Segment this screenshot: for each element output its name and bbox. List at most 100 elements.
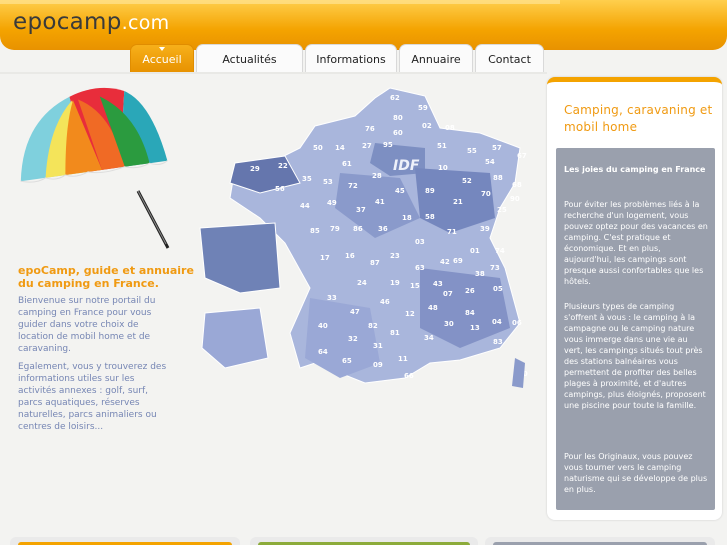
department-87[interactable]: 87 xyxy=(370,259,380,267)
intro-paragraph-2: Egalement, vous y trouverez des informat… xyxy=(18,362,167,432)
department-31[interactable]: 31 xyxy=(373,342,383,350)
tab-label: Actualités xyxy=(222,52,277,66)
department-85[interactable]: 85 xyxy=(310,227,320,235)
department-12[interactable]: 12 xyxy=(405,310,415,318)
department-95[interactable]: 95 xyxy=(383,141,393,149)
department-01[interactable]: 01 xyxy=(470,247,480,255)
department-79[interactable]: 79 xyxy=(330,225,340,233)
department-81[interactable]: 81 xyxy=(390,329,400,337)
department-15[interactable]: 15 xyxy=(410,282,420,290)
department-29[interactable]: 29 xyxy=(250,165,260,173)
department-18[interactable]: 18 xyxy=(402,214,412,222)
department-33[interactable]: 33 xyxy=(327,294,337,302)
department-40[interactable]: 40 xyxy=(318,322,328,330)
department-90[interactable]: 90 xyxy=(510,195,520,203)
department-43[interactable]: 43 xyxy=(433,280,443,288)
department-28[interactable]: 28 xyxy=(372,172,382,180)
department-55[interactable]: 55 xyxy=(467,147,477,155)
department-26[interactable]: 26 xyxy=(465,287,475,295)
department-35[interactable]: 35 xyxy=(302,175,312,183)
department-41[interactable]: 41 xyxy=(375,198,385,206)
department-32[interactable]: 32 xyxy=(348,335,358,343)
department-14[interactable]: 14 xyxy=(335,144,345,152)
department-86[interactable]: 86 xyxy=(353,225,363,233)
department-63[interactable]: 63 xyxy=(415,264,425,272)
department-39[interactable]: 39 xyxy=(480,225,490,233)
department-65[interactable]: 65 xyxy=(342,357,352,365)
department-17[interactable]: 17 xyxy=(320,254,330,262)
department-64[interactable]: 64 xyxy=(318,348,328,356)
department-62[interactable]: 62 xyxy=(390,94,400,102)
department-42[interactable]: 42 xyxy=(440,258,450,266)
department-76[interactable]: 76 xyxy=(365,125,375,133)
department-38[interactable]: 38 xyxy=(475,270,485,278)
department-84[interactable]: 84 xyxy=(465,309,475,317)
department-69[interactable]: 69 xyxy=(453,257,463,265)
department-10[interactable]: 10 xyxy=(438,164,448,172)
tab-contact[interactable]: Contact xyxy=(475,44,544,73)
department-27[interactable]: 27 xyxy=(362,142,372,150)
department-23[interactable]: 23 xyxy=(390,252,400,260)
tab-actualites[interactable]: Actualités xyxy=(196,44,303,73)
department-72[interactable]: 72 xyxy=(348,182,358,190)
department-68[interactable]: 68 xyxy=(512,181,522,189)
department-59[interactable]: 59 xyxy=(418,104,428,112)
department-60[interactable]: 60 xyxy=(393,129,403,137)
department-44[interactable]: 44 xyxy=(300,202,310,210)
department-11[interactable]: 11 xyxy=(398,355,408,363)
department-13[interactable]: 13 xyxy=(470,324,480,332)
department-09[interactable]: 09 xyxy=(373,361,383,369)
tab-accueil[interactable]: Accueil xyxy=(130,44,194,73)
department-54[interactable]: 54 xyxy=(485,158,495,166)
department-36[interactable]: 36 xyxy=(378,225,388,233)
site-logo[interactable]: epocamp.com xyxy=(13,9,170,35)
department-30[interactable]: 30 xyxy=(444,320,454,328)
department-82[interactable]: 82 xyxy=(368,322,378,330)
department-34[interactable]: 34 xyxy=(424,334,434,342)
department-51[interactable]: 51 xyxy=(437,142,447,150)
department-49[interactable]: 49 xyxy=(327,199,337,207)
sidebar-paragraph-1: Pour éviter les problèmes liés à la rech… xyxy=(564,200,708,286)
department-58[interactable]: 58 xyxy=(425,213,435,221)
department-05[interactable]: 05 xyxy=(493,285,503,293)
department-21[interactable]: 21 xyxy=(453,198,463,206)
logo-tld: .com xyxy=(121,12,170,34)
department-25[interactable]: 25 xyxy=(497,206,507,214)
department-80[interactable]: 80 xyxy=(393,114,403,122)
department-46[interactable]: 46 xyxy=(380,298,390,306)
department-52[interactable]: 52 xyxy=(462,177,472,185)
department-07[interactable]: 07 xyxy=(443,290,453,298)
department-56[interactable]: 56 xyxy=(275,185,285,193)
department-45[interactable]: 45 xyxy=(395,187,405,195)
department-08[interactable]: 08 xyxy=(445,124,455,132)
department-50[interactable]: 50 xyxy=(313,144,323,152)
department-24[interactable]: 24 xyxy=(357,279,367,287)
department-83[interactable]: 83 xyxy=(493,338,503,346)
department-06[interactable]: 06 xyxy=(512,319,522,327)
department-53[interactable]: 53 xyxy=(323,178,333,186)
department-67[interactable]: 67 xyxy=(517,152,527,160)
tab-annuaire[interactable]: Annuaire xyxy=(399,44,473,73)
department-19[interactable]: 19 xyxy=(390,279,400,287)
bottom-box-1 xyxy=(10,537,240,545)
sidebar-paragraph-3: Pour les Originaux, vous pouvez vous tou… xyxy=(564,452,708,494)
department-03[interactable]: 03 xyxy=(415,238,425,246)
department-04[interactable]: 04 xyxy=(492,318,502,326)
department-57[interactable]: 57 xyxy=(492,144,502,152)
department-61[interactable]: 61 xyxy=(342,160,352,168)
department-37[interactable]: 37 xyxy=(356,206,366,214)
department-22[interactable]: 22 xyxy=(278,162,288,170)
department-89[interactable]: 89 xyxy=(425,187,435,195)
department-16[interactable]: 16 xyxy=(345,252,355,260)
department-73[interactable]: 73 xyxy=(490,264,500,272)
department-70[interactable]: 70 xyxy=(481,190,491,198)
department-48[interactable]: 48 xyxy=(428,304,438,312)
sidebar-heading: Les joies du camping en France xyxy=(564,165,706,174)
department-02[interactable]: 02 xyxy=(422,122,432,130)
department-71[interactable]: 71 xyxy=(447,228,457,236)
tab-informations[interactable]: Informations xyxy=(305,44,397,73)
department-47[interactable]: 47 xyxy=(350,308,360,316)
department-74[interactable]: 74 xyxy=(495,247,505,255)
department-88[interactable]: 88 xyxy=(493,174,503,182)
department-66[interactable]: 66 xyxy=(404,372,414,380)
